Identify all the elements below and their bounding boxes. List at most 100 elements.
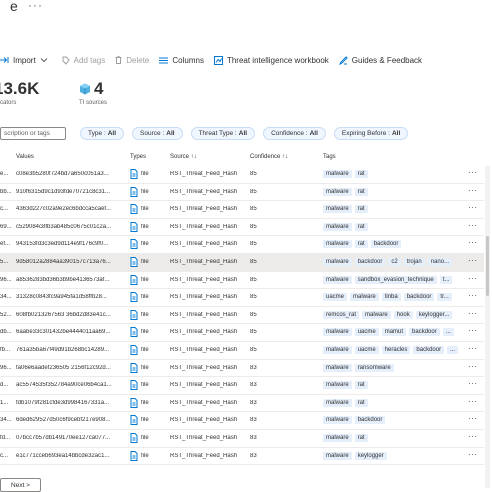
row-more-button[interactable]: ··· xyxy=(468,309,478,318)
tag-chip: tr... xyxy=(437,293,452,302)
table-row[interactable]: 96... a8536283bd36b3b9be4136573af... file R… xyxy=(0,272,484,290)
filter-bar: scription or tags Type : All Source : All … xyxy=(0,126,416,140)
table-row[interactable]: 69... c529084c8fb3ab485c0675c01c2a... file… xyxy=(0,219,484,237)
row-more-button[interactable]: ··· xyxy=(468,397,478,406)
type-filter[interactable]: Type : All xyxy=(80,126,125,140)
sources-icon xyxy=(80,83,90,95)
import-button[interactable]: Import xyxy=(0,56,52,65)
row-confidence: 83 xyxy=(250,417,257,424)
column-types[interactable]: Types xyxy=(130,154,146,160)
table-row[interactable]: bb... 910f6315d9c1d93fde70721c8c31... file… xyxy=(0,184,484,202)
row-more-button[interactable]: ··· xyxy=(468,203,478,212)
row-type: file xyxy=(141,347,149,353)
column-tags[interactable]: Tags xyxy=(323,154,336,160)
workbook-icon xyxy=(213,55,223,65)
confidence-filter[interactable]: Confidence : All xyxy=(263,126,326,140)
expiring-filter-name: Expiring Before : xyxy=(341,129,390,137)
tag-chip: heracles xyxy=(381,346,411,354)
add-tags-button[interactable]: Add tags xyxy=(62,56,105,65)
row-prefix: 34... xyxy=(0,417,12,424)
row-more-button[interactable]: ··· xyxy=(468,344,478,353)
tag-chip: malware xyxy=(323,416,352,425)
row-more-button[interactable]: ··· xyxy=(468,432,478,441)
tag-chip: ransomware xyxy=(354,363,394,372)
row-more-button[interactable]: ··· xyxy=(468,168,478,177)
row-type: file xyxy=(141,294,149,301)
table-row[interactable]: 1... fdb1079f281cfde3d9984167331a... file R… xyxy=(0,395,484,413)
table-row[interactable]: c... 4363d227c02a9e2ec6bdcca5caef... file R… xyxy=(0,201,484,219)
table-row[interactable]: c... e1c771cceb693ea14bbcde32ac1... file RS… xyxy=(0,448,484,466)
table-row[interactable]: 5... 9d58012a2884aa390157c713a76... file RS… xyxy=(0,254,484,272)
table-row[interactable]: d... ac5574535f352784a90ce06b4ca1... file R… xyxy=(0,377,484,395)
row-tags: malware rat xyxy=(323,222,466,231)
search-input[interactable]: scription or tags xyxy=(0,126,66,140)
more-options-button[interactable]: ··· xyxy=(28,0,43,12)
row-source: RST_Threat_Feed_Hash xyxy=(170,347,238,353)
table-row[interactable]: fb... 761a35ba67f49d91b268bc14289... file R… xyxy=(0,342,484,360)
source-filter[interactable]: Source : All xyxy=(132,126,183,140)
row-more-button[interactable]: ··· xyxy=(468,221,478,230)
tag-chip: remcos_rat xyxy=(323,310,360,319)
columns-label: Columns xyxy=(172,55,204,65)
row-value: 4363d227c02a9e2ec6bdcca5caef... xyxy=(16,206,112,213)
guides-feedback-button[interactable]: Guides & Feedback xyxy=(338,56,422,65)
row-more-button[interactable]: ··· xyxy=(468,238,478,247)
row-more-button[interactable]: ··· xyxy=(468,326,478,335)
row-more-button[interactable]: ··· xyxy=(468,256,478,265)
trash-icon xyxy=(115,56,122,64)
row-value: ac5574535f352784a90ce06b4ca1... xyxy=(16,382,112,389)
file-icon xyxy=(130,380,138,391)
row-type: file xyxy=(141,259,149,265)
row-type: file xyxy=(141,171,149,177)
tag-chip: malware xyxy=(323,434,352,442)
column-confidence[interactable]: Confidence ↑↓ xyxy=(250,154,288,160)
tag-chip: uacme xyxy=(323,293,348,302)
row-more-button[interactable]: ··· xyxy=(468,362,478,371)
table-row[interactable]: fd... 07bcc7b57db149170ee127ca077... file R… xyxy=(0,430,484,448)
chevron-down-icon xyxy=(40,58,48,63)
row-confidence: 85 xyxy=(250,329,257,336)
threat-type-filter[interactable]: Threat Type : All xyxy=(190,126,256,140)
row-source: RST_Threat_Feed_Hash xyxy=(170,311,238,318)
tag-chip: ... xyxy=(447,346,459,354)
row-type: file xyxy=(141,276,149,283)
row-prefix: c... xyxy=(0,206,9,213)
column-source[interactable]: Source ↑↓ xyxy=(170,154,197,160)
row-more-button[interactable]: ··· xyxy=(468,186,478,195)
row-more-button[interactable]: ··· xyxy=(468,274,478,283)
tag-chip: malware xyxy=(323,363,352,372)
source-filter-value: All xyxy=(166,129,175,137)
row-more-button[interactable]: ··· xyxy=(468,291,478,300)
page-title: e xyxy=(10,0,18,14)
delete-button[interactable]: Delete xyxy=(115,56,149,65)
next-page-button[interactable]: Next > xyxy=(0,478,41,492)
row-source: RST_Threat_Feed_Hash xyxy=(170,435,238,441)
scrollbar-thumb[interactable] xyxy=(486,236,489,296)
row-value: 943153fd3c3ed9d114e9f176c9f0... xyxy=(16,241,109,248)
row-confidence: 83 xyxy=(250,452,257,459)
row-prefix: 5... xyxy=(0,259,9,265)
table-row[interactable]: 52... 608fb0213267563 36bd2d83e41c... file… xyxy=(0,307,484,325)
file-icon xyxy=(130,257,138,267)
tag-chip: ... xyxy=(442,328,454,337)
row-more-button[interactable]: ··· xyxy=(468,450,478,459)
table-row[interactable]: 34... 31328c0843fc9a945fa1d58ffb28... file… xyxy=(0,289,484,307)
row-more-button[interactable]: ··· xyxy=(468,414,478,423)
row-more-button[interactable]: ··· xyxy=(468,379,478,388)
sources-stat: 4 TI sources xyxy=(79,80,107,107)
column-values[interactable]: Values xyxy=(16,154,34,160)
table-row[interactable]: 34... 6ded629527d50c6f9cebf217e908... file… xyxy=(0,412,484,430)
row-confidence: 83 xyxy=(250,435,257,441)
row-type: file xyxy=(141,311,149,318)
columns-button[interactable]: Columns xyxy=(159,56,204,65)
table-row[interactable]: ef... 943153fd3c3ed9d114e9f176c9f0... file… xyxy=(0,236,484,254)
threat-intelligence-workbook-button[interactable]: Threat intelligence workbook xyxy=(213,55,329,65)
file-icon xyxy=(130,239,138,250)
row-type: file xyxy=(141,435,149,441)
table-row[interactable]: 96... fa06e6aadef236505 2156f12c92d... fil… xyxy=(0,360,484,378)
vertical-scrollbar[interactable] xyxy=(485,166,490,488)
table-row[interactable]: db... 6aabe33c301432be4444011aa69... file R… xyxy=(0,324,484,342)
tag-chip: mamut xyxy=(381,328,407,337)
table-row[interactable]: e... c08e3b5280f724bd7a650c051a3... file RS… xyxy=(0,166,484,184)
expiring-before-filter[interactable]: Expiring Before : All xyxy=(333,126,409,140)
